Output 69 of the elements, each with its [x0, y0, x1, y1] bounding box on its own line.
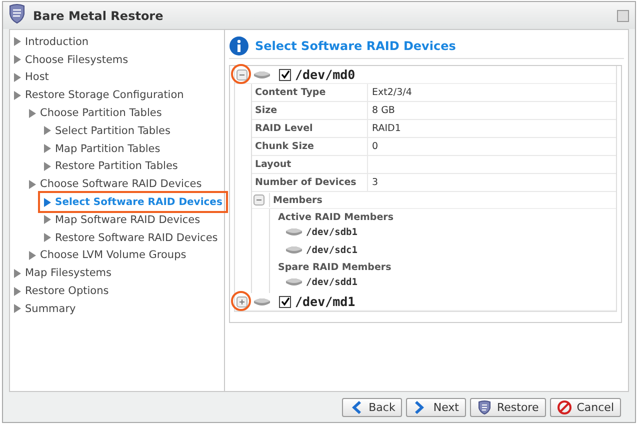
property-value: 3 [371, 177, 378, 188]
property-label: RAID Level [252, 120, 368, 137]
group-label: Spare RAID Members [277, 261, 392, 273]
triangle-icon [43, 143, 52, 154]
nav-item[interactable]: Select Partition Tables [40, 122, 170, 140]
prohibited-icon [556, 400, 572, 414]
nav-item[interactable]: Map Partition Tables [40, 140, 160, 158]
nav-item[interactable]: Choose Software RAID Devices [25, 175, 202, 194]
device-name: /dev/md1 [295, 294, 356, 309]
nav-item[interactable]: Choose Partition Tables [25, 104, 162, 122]
back-button[interactable]: Back [342, 398, 402, 416]
triangle-icon [13, 54, 22, 66]
members-label: Members [272, 194, 322, 206]
triangle-icon [28, 108, 37, 119]
device-name: /dev/md0 [295, 67, 356, 82]
triangle-icon [28, 250, 37, 261]
restore-button[interactable]: Restore [470, 398, 546, 416]
nav-item[interactable]: Map Filesystems [10, 264, 112, 282]
page-title: Select Software RAID Devices [255, 39, 456, 53]
expand-icon[interactable] [235, 294, 249, 308]
shield-icon [9, 4, 25, 24]
cancel-button[interactable]: Cancel [550, 398, 621, 416]
nav-item[interactable]: Choose LVM Volume Groups [25, 246, 186, 264]
nav-item[interactable]: Summary [10, 300, 76, 318]
next-button[interactable]: Next [406, 398, 466, 416]
triangle-icon [13, 268, 22, 279]
triangle-icon [28, 178, 37, 190]
property-label: Layout [252, 156, 368, 173]
property-value: 8 GB [371, 105, 395, 116]
nav-item[interactable]: Restore Partition Tables [40, 158, 178, 176]
checkmark-icon [280, 70, 290, 79]
triangle-icon [43, 214, 52, 226]
triangle-icon [13, 303, 22, 314]
nav-item[interactable]: Introduction [10, 33, 89, 51]
nav-item[interactable]: Restore Storage Configuration [10, 86, 184, 104]
triangle-icon [43, 160, 52, 172]
nav-item[interactable]: Host [10, 68, 49, 86]
group-label: Active RAID Members [277, 211, 394, 223]
triangle-icon [13, 72, 22, 83]
property-label: Content Type [252, 84, 368, 101]
nav-item[interactable]: Select Software RAID Devices [40, 193, 226, 211]
triangle-icon [13, 286, 22, 297]
checkbox[interactable] [279, 68, 291, 80]
property-label: Size [252, 102, 368, 119]
triangle-icon [13, 36, 22, 48]
nav-item[interactable]: Restore Options [10, 282, 109, 300]
property-value: RAID1 [371, 123, 401, 134]
collapse-icon[interactable] [235, 68, 249, 82]
property-label: Chunk Size [252, 138, 368, 155]
property-value: 0 [371, 141, 378, 152]
member-device: /dev/sdb1 [306, 226, 358, 238]
nav-item[interactable]: Choose Filesystems [10, 50, 128, 69]
collapse-icon[interactable] [252, 193, 266, 207]
member-device: /dev/sdd1 [306, 276, 358, 288]
triangle-icon [43, 196, 52, 208]
info-icon [229, 36, 249, 56]
window-control-icon[interactable] [617, 10, 629, 22]
property-value: Ext2/3/4 [371, 87, 412, 98]
triangle-icon [43, 125, 52, 136]
triangle-icon [43, 232, 52, 244]
nav-item[interactable]: Restore Software RAID Devices [40, 228, 218, 247]
checkmark-icon [280, 297, 290, 306]
window-title: Bare Metal Restore [33, 8, 164, 22]
triangle-icon [13, 90, 22, 101]
shield-icon [476, 400, 492, 414]
property-label: Number of Devices [252, 174, 368, 191]
nav-item[interactable]: Map Software RAID Devices [40, 210, 200, 229]
checkbox[interactable] [279, 296, 291, 308]
member-device: /dev/sdc1 [306, 244, 358, 256]
